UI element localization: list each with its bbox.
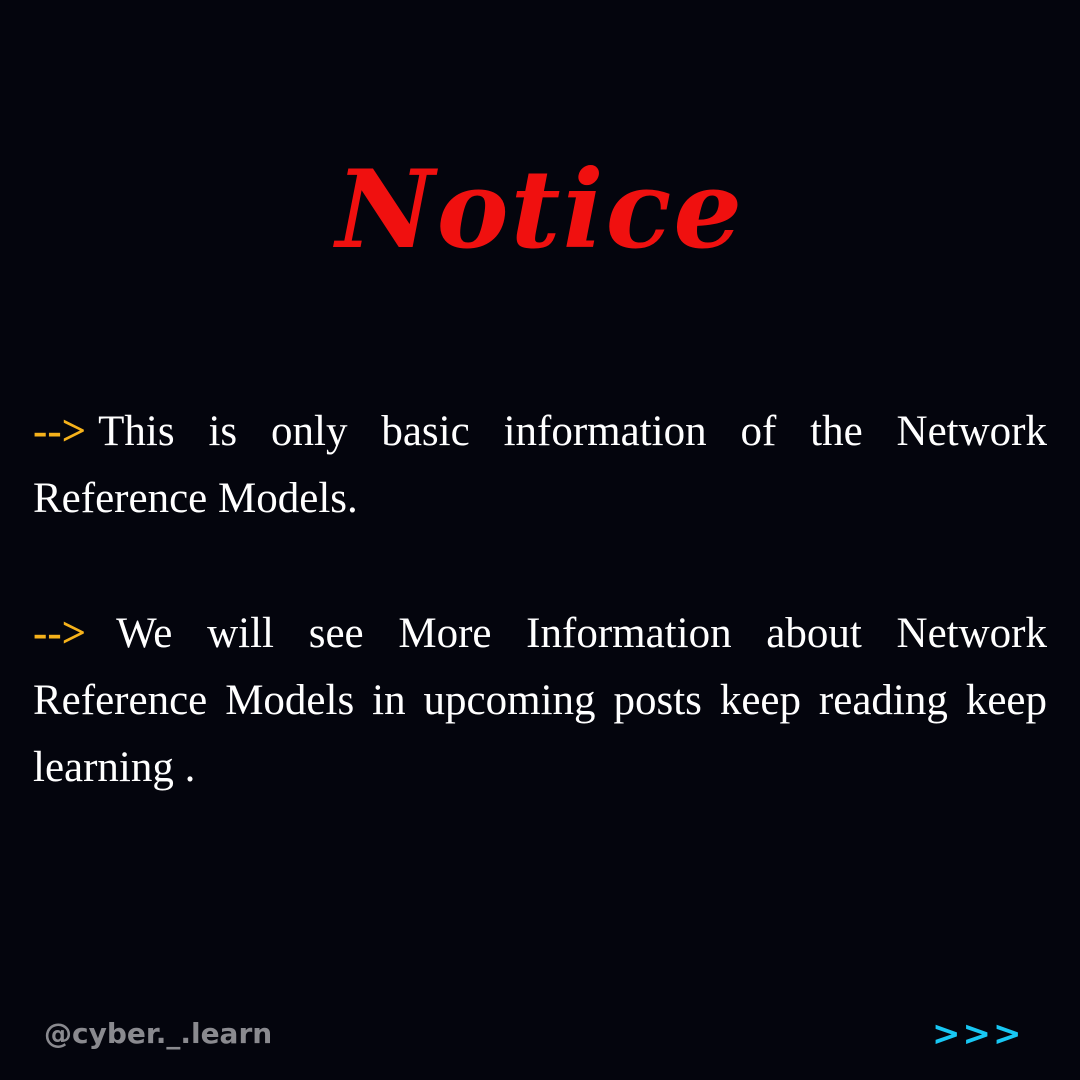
account-handle: @cyber._.learn: [44, 1017, 273, 1050]
next-slide-icon[interactable]: >>>: [932, 1012, 1023, 1056]
paragraph-text: This is only basic information of the Ne…: [33, 408, 1047, 522]
notice-title: Notice: [335, 147, 745, 273]
notice-paragraph-2: --> We will see More Information about Ne…: [33, 600, 1047, 801]
arrow-icon: -->: [33, 610, 87, 657]
notice-paragraph-1: --> This is only basic information of the…: [33, 398, 1047, 532]
paragraph-text: We will see More Information about Netwo…: [33, 610, 1047, 791]
post-canvas: Notice --> This is only basic information…: [0, 0, 1080, 1080]
arrow-icon: -->: [33, 408, 87, 455]
